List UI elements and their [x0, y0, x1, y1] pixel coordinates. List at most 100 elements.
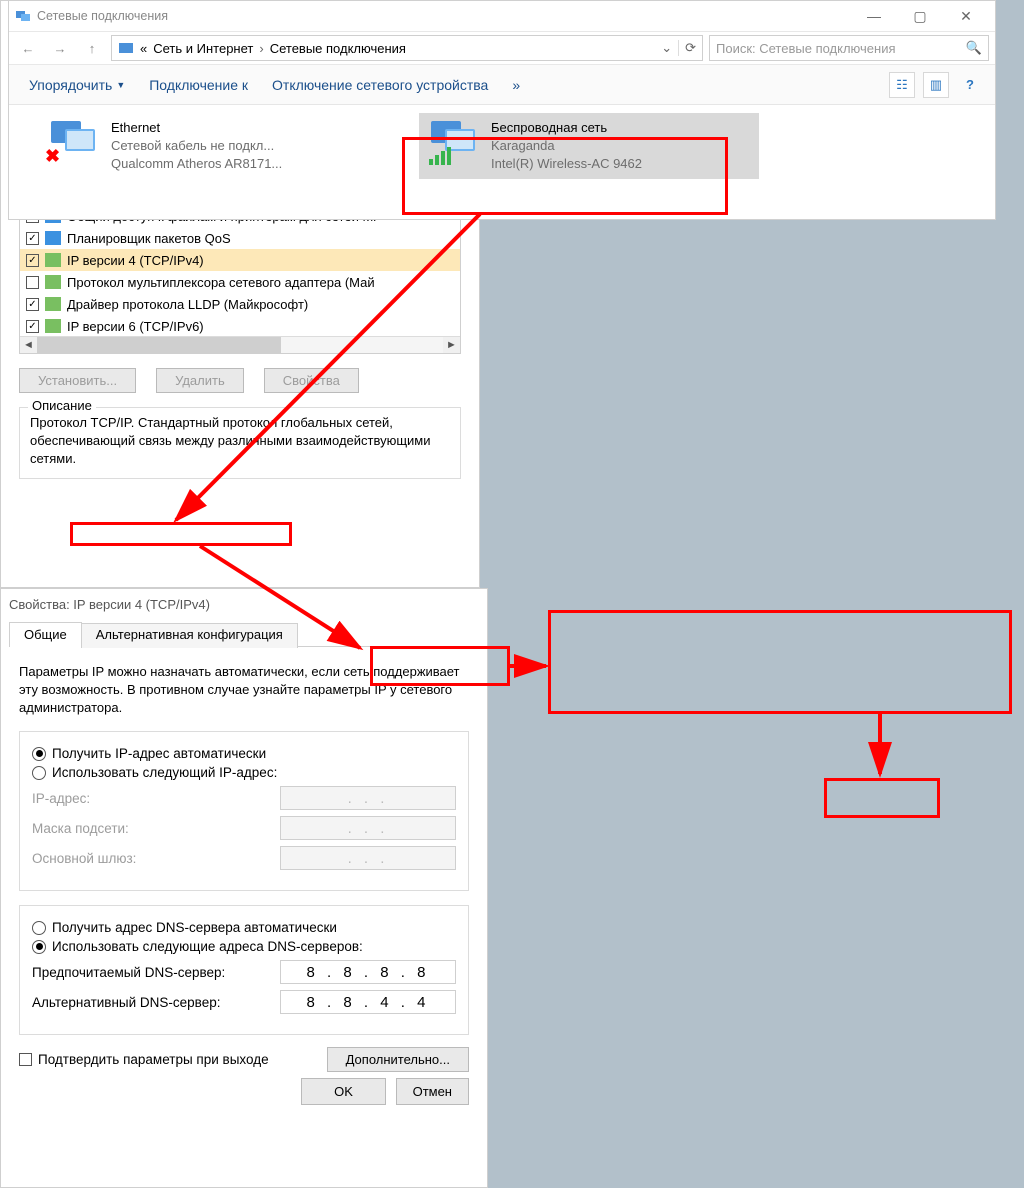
- connection-status: Karaganda: [491, 137, 642, 155]
- back-button[interactable]: ←: [15, 35, 41, 61]
- highlight-dns-section: [548, 610, 1012, 714]
- disable-device-button[interactable]: Отключение сетевого устройства: [264, 73, 496, 97]
- breadcrumb-item[interactable]: Сеть и Интернет: [153, 41, 253, 56]
- titlebar: Сетевые подключения — ▢ ✕: [9, 1, 995, 31]
- remove-button[interactable]: Удалить: [156, 368, 244, 393]
- window-title: Сетевые подключения: [37, 9, 168, 23]
- chevron-down-icon: ▼: [116, 80, 125, 90]
- protocol-icon: [45, 297, 61, 311]
- radio-ip-auto[interactable]: Получить IP-адрес автоматически: [32, 746, 456, 761]
- checkbox-icon[interactable]: ✓: [26, 254, 39, 267]
- component-label: IP версии 4 (TCP/IPv4): [67, 253, 204, 268]
- tab-general[interactable]: Общие: [9, 622, 82, 647]
- description-group: Описание Протокол TCP/IP. Стандартный пр…: [19, 407, 461, 479]
- preferred-dns-label: Предпочитаемый DNS-сервер:: [32, 965, 225, 980]
- ethernet-icon: ✖: [45, 119, 101, 167]
- connect-button[interactable]: Подключение к: [141, 73, 256, 97]
- component-item[interactable]: ✓ IP версии 6 (TCP/IPv6): [20, 315, 460, 337]
- component-label: Драйвер протокола LLDP (Майкрософт): [67, 297, 308, 312]
- protocol-icon: [45, 275, 61, 289]
- refresh-icon[interactable]: ⟳: [678, 40, 696, 56]
- connection-wireless[interactable]: Беспроводная сеть Karaganda Intel(R) Wir…: [419, 113, 759, 179]
- connection-ethernet[interactable]: ✖ Ethernet Сетевой кабель не подкл... Qu…: [39, 113, 379, 179]
- wireless-icon: [425, 119, 481, 167]
- chevron-down-icon[interactable]: ⌄: [661, 40, 672, 56]
- ipv4-properties-dialog: Свойства: IP версии 4 (TCP/IPv4) Общие А…: [0, 588, 488, 1188]
- connection-status: Сетевой кабель не подкл...: [111, 137, 282, 155]
- search-input[interactable]: Поиск: Сетевые подключения 🔍: [709, 35, 989, 61]
- checkbox-icon[interactable]: ✓: [26, 232, 39, 245]
- checkbox-icon[interactable]: [26, 276, 39, 289]
- advanced-button[interactable]: Дополнительно...: [327, 1047, 469, 1072]
- protocol-icon: [45, 319, 61, 333]
- component-label: Планировщик пакетов QoS: [67, 231, 231, 246]
- ip-address-label: IP-адрес:: [32, 791, 90, 806]
- tab-bar: Общие Альтернативная конфигурация: [9, 621, 479, 647]
- ipv4-description: Параметры IP можно назначать автоматичес…: [19, 659, 469, 727]
- properties-button[interactable]: Свойства: [264, 368, 359, 393]
- connections-list: ✖ Ethernet Сетевой кабель не подкл... Qu…: [9, 105, 995, 187]
- radio-ip-manual[interactable]: Использовать следующий IP-адрес:: [32, 765, 456, 780]
- scroll-left-button[interactable]: ◄: [20, 337, 37, 353]
- dialog-title: Свойства: IP версии 4 (TCP/IPv4): [9, 597, 210, 612]
- scroll-right-button[interactable]: ►: [443, 337, 460, 353]
- folder-icon: [118, 40, 134, 56]
- checkbox-icon[interactable]: ✓: [26, 298, 39, 311]
- dialog-titlebar: Свойства: IP версии 4 (TCP/IPv4): [1, 589, 487, 619]
- up-button[interactable]: ↑: [79, 35, 105, 61]
- ok-button[interactable]: OK: [301, 1078, 386, 1105]
- validate-on-exit-checkbox[interactable]: Подтвердить параметры при выходе Дополни…: [19, 1047, 469, 1072]
- address-bar: ← → ↑ « Сеть и Интернет › Сетевые подклю…: [9, 31, 995, 65]
- subnet-mask-field: . . .: [280, 816, 456, 840]
- horizontal-scrollbar[interactable]: ◄ ►: [20, 336, 460, 353]
- network-icon: [15, 8, 31, 24]
- component-item[interactable]: ✓ IP версии 4 (TCP/IPv4): [20, 249, 460, 271]
- highlight-ok-button: [824, 778, 940, 818]
- network-connections-window: Сетевые подключения — ▢ ✕ ← → ↑ « Сеть и…: [8, 0, 996, 220]
- close-button[interactable]: ✕: [943, 2, 989, 30]
- component-item[interactable]: Протокол мультиплексора сетевого адаптер…: [20, 271, 460, 293]
- details-pane-button[interactable]: ▥: [923, 72, 949, 98]
- alternate-dns-field[interactable]: 8 . 8 . 4 . 4: [280, 990, 456, 1014]
- alternate-dns-label: Альтернативный DNS-сервер:: [32, 995, 220, 1010]
- chevron-right-icon: ›: [259, 41, 263, 56]
- maximize-button[interactable]: ▢: [897, 2, 943, 30]
- component-item[interactable]: ✓ Драйвер протокола LLDP (Майкрософт): [20, 293, 460, 315]
- more-commands-button[interactable]: »: [504, 73, 528, 97]
- radio-dns-manual[interactable]: Использовать следующие адреса DNS-сервер…: [32, 939, 456, 954]
- gateway-label: Основной шлюз:: [32, 851, 136, 866]
- protocol-icon: [45, 253, 61, 267]
- gateway-field: . . .: [280, 846, 456, 870]
- tab-alternate[interactable]: Альтернативная конфигурация: [81, 623, 298, 648]
- dns-group: Получить адрес DNS-сервера автоматически…: [19, 905, 469, 1035]
- cancel-button[interactable]: Отмен: [396, 1078, 469, 1105]
- preferred-dns-field[interactable]: 8 . 8 . 8 . 8: [280, 960, 456, 984]
- connection-name: Беспроводная сеть: [491, 119, 642, 137]
- connection-name: Ethernet: [111, 119, 282, 137]
- connection-device: Qualcomm Atheros AR8171...: [111, 155, 282, 173]
- search-icon: 🔍: [966, 40, 982, 56]
- description-text: Протокол TCP/IP. Стандартный протокол гл…: [30, 414, 450, 468]
- breadcrumb-item[interactable]: Сетевые подключения: [270, 41, 406, 56]
- error-x-icon: ✖: [45, 146, 60, 167]
- help-button[interactable]: ?: [957, 72, 983, 98]
- protocol-icon: [45, 231, 61, 245]
- organize-button[interactable]: Упорядочить ▼: [21, 73, 133, 97]
- subnet-mask-label: Маска подсети:: [32, 821, 129, 836]
- component-label: Протокол мультиплексора сетевого адаптер…: [67, 275, 375, 290]
- breadcrumb-prefix: «: [140, 41, 147, 56]
- minimize-button[interactable]: —: [851, 2, 897, 30]
- component-label: IP версии 6 (TCP/IPv6): [67, 319, 204, 334]
- ip-address-group: Получить IP-адрес автоматически Использо…: [19, 731, 469, 891]
- breadcrumb[interactable]: « Сеть и Интернет › Сетевые подключения …: [111, 35, 703, 61]
- ip-address-field: . . .: [280, 786, 456, 810]
- component-item[interactable]: ✓ Планировщик пакетов QoS: [20, 227, 460, 249]
- description-group-label: Описание: [28, 398, 96, 413]
- forward-button[interactable]: →: [47, 35, 73, 61]
- command-bar: Упорядочить ▼ Подключение к Отключение с…: [9, 65, 995, 105]
- radio-dns-auto[interactable]: Получить адрес DNS-сервера автоматически: [32, 920, 456, 935]
- view-button[interactable]: ☷: [889, 72, 915, 98]
- search-placeholder: Поиск: Сетевые подключения: [716, 41, 896, 56]
- install-button[interactable]: Установить...: [19, 368, 136, 393]
- checkbox-icon[interactable]: ✓: [26, 320, 39, 333]
